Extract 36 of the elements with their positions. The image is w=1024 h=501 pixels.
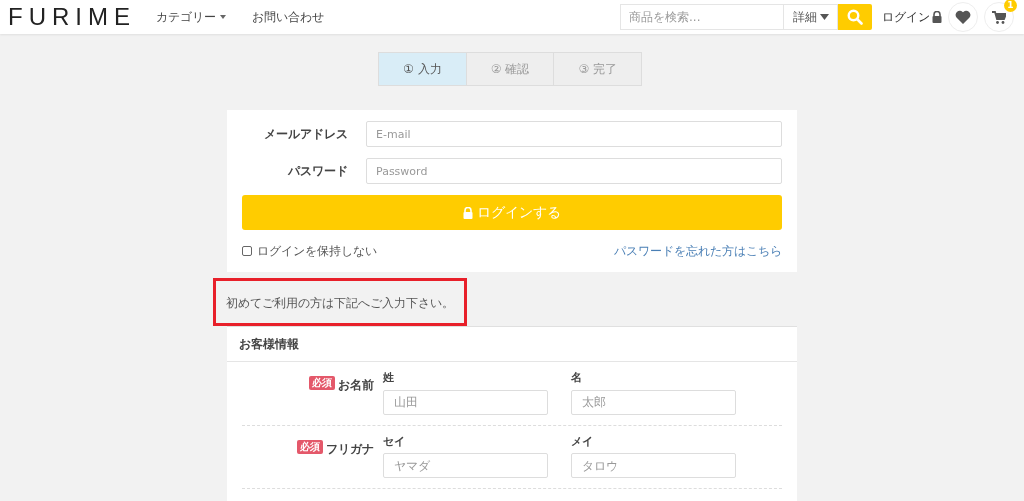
- lock-icon: [463, 206, 473, 219]
- subfield-label: セイ: [383, 433, 406, 450]
- subfield-label: 姓: [383, 370, 395, 386]
- input-field[interactable]: E-mail: [366, 121, 782, 147]
- step-indicator: ② 確認: [465, 53, 554, 85]
- section-title: お客様情報: [227, 327, 797, 362]
- login-link[interactable]: ログイン: [882, 8, 942, 26]
- field-label: お名前: [338, 377, 374, 394]
- forgot-password-link[interactable]: パスワードを忘れた方はこちら: [614, 242, 782, 260]
- cart-icon: [992, 10, 1006, 24]
- step-indicator: ① 入力: [379, 53, 466, 85]
- input-field[interactable]: タロウ: [571, 453, 736, 478]
- cart-count-badge: 1: [1004, 0, 1017, 12]
- nav-link[interactable]: お問い合わせ: [252, 8, 324, 26]
- subfield-label: メイ: [571, 433, 594, 450]
- field-label: フリガナ: [326, 440, 374, 458]
- input-field[interactable]: 山田: [383, 389, 548, 415]
- caret-icon: [819, 14, 829, 20]
- notice-text: 初めてご利用の方は下記へご入力下さい。: [226, 296, 454, 310]
- search-icon: [847, 9, 863, 25]
- field-label: パスワード: [287, 163, 349, 180]
- required-badge: 必須: [297, 439, 323, 454]
- required-badge: 必須: [309, 376, 335, 390]
- field-label: メールアドレス: [263, 126, 349, 143]
- heart-icon: [955, 10, 971, 24]
- subfield-label: 名: [571, 370, 583, 386]
- checkbox[interactable]: [242, 246, 252, 256]
- logo[interactable]: FURIME: [8, 0, 136, 35]
- input-field[interactable]: Password: [366, 158, 782, 184]
- search-field[interactable]: 商品を検索...: [620, 4, 784, 30]
- input-field[interactable]: 太郎: [571, 389, 736, 415]
- step-indicator: ③ 完了: [553, 53, 641, 85]
- nav-link[interactable]: カテゴリー: [156, 8, 226, 26]
- input-field[interactable]: ヤマダ: [383, 453, 548, 478]
- lock-icon: [932, 11, 942, 23]
- checkbox-label: ログインを保持しない: [257, 243, 377, 260]
